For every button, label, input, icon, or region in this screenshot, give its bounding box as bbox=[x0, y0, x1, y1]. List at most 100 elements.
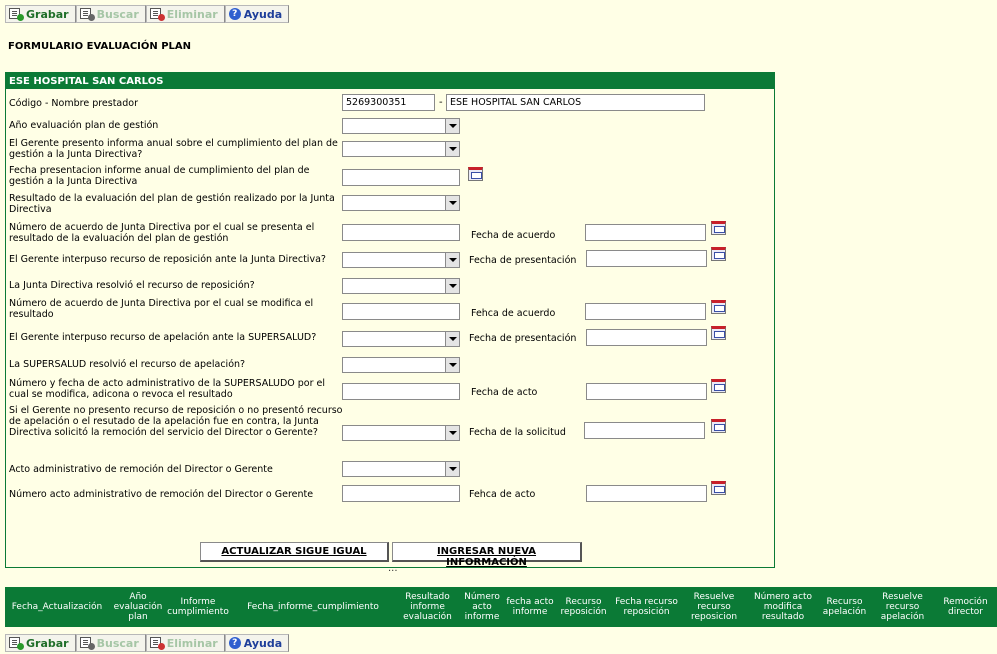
resolvio-apelacion-select[interactable] bbox=[342, 357, 460, 373]
buscar-button[interactable]: Buscar bbox=[75, 634, 146, 652]
chevron-down-icon bbox=[445, 142, 459, 156]
fehca-acto-input[interactable] bbox=[586, 485, 707, 502]
top-toolbar: Grabar Buscar Eliminar ? Ayuda bbox=[5, 5, 290, 23]
grid-col-resuelve-apelacion[interactable]: Resuelve recurso apelación bbox=[871, 587, 934, 627]
eliminar-button[interactable]: Eliminar bbox=[145, 5, 225, 23]
informe-label: El Gerente presento informa anual sobre … bbox=[9, 138, 338, 160]
remocion-solicitud-select[interactable] bbox=[342, 425, 460, 441]
fecha-acto-label: Fecha de acto bbox=[471, 387, 538, 398]
resolvio-reposicion-label: La Junta Directiva resolvió el recurso d… bbox=[9, 280, 255, 291]
ingresar-button[interactable]: INGRESAR NUEVA INFORMACIÓN bbox=[392, 542, 582, 568]
grid-col-remocion-director[interactable]: Remoción director bbox=[934, 587, 997, 627]
numero-acto-remocion-input[interactable] bbox=[342, 485, 460, 502]
fecha-acuerdo-label: Fecha de acuerdo bbox=[471, 230, 556, 241]
calendar-icon[interactable] bbox=[711, 221, 726, 235]
fecha-informe-label: Fecha presentacion informe anual de cump… bbox=[9, 165, 310, 187]
fehca-acuerdo-input[interactable] bbox=[585, 303, 706, 320]
grid-col-recurso-apelacion[interactable]: Recurso apelación bbox=[818, 587, 871, 627]
resultado-select[interactable] bbox=[342, 195, 460, 211]
ellipsis-text: ... bbox=[388, 563, 398, 574]
grid-col-numero-acto-modifica[interactable]: Número acto modifica resultado bbox=[748, 587, 818, 627]
apelacion-label: El Gerente interpuso recurso de apelació… bbox=[9, 332, 317, 343]
fecha-acto-input[interactable] bbox=[586, 383, 707, 400]
grid-col-anio-evaluacion[interactable]: Año evaluación plan bbox=[109, 587, 167, 627]
page-title: FORMULARIO EVALUACIÓN PLAN bbox=[8, 41, 192, 52]
calendar-icon[interactable] bbox=[711, 419, 726, 433]
chevron-down-icon bbox=[445, 426, 459, 440]
resolvio-reposicion-select[interactable] bbox=[342, 278, 460, 294]
ayuda-label: Ayuda bbox=[243, 7, 283, 21]
chevron-down-icon bbox=[445, 462, 459, 476]
grid-col-informe-cumplimiento[interactable]: Informe cumplimiento bbox=[167, 587, 229, 627]
eliminar-button[interactable]: Eliminar bbox=[145, 634, 225, 652]
chevron-down-icon bbox=[445, 358, 459, 372]
ayuda-button[interactable]: ? Ayuda bbox=[224, 634, 290, 652]
panel-title: ESE HOSPITAL SAN CARLOS bbox=[6, 73, 774, 89]
anio-label: Año evaluación plan de gestión bbox=[9, 120, 159, 131]
resolvio-apelacion-label: La SUPERSALUD resolvió el recurso de ape… bbox=[9, 359, 246, 370]
informe-select[interactable] bbox=[342, 141, 460, 157]
grid-col-resuelve-reposicion[interactable]: Resuelve recurso reposicion bbox=[680, 587, 748, 627]
fehca-acto-label: Fehca de acto bbox=[469, 489, 536, 500]
buscar-button[interactable]: Buscar bbox=[75, 5, 146, 23]
chevron-down-icon bbox=[445, 253, 459, 267]
fecha-presentacion-label: Fecha de presentación bbox=[469, 255, 577, 266]
numero-acto-remocion-label: Número acto administrativo de remoción d… bbox=[9, 489, 314, 500]
calendar-icon[interactable] bbox=[711, 379, 726, 393]
fecha-solicitud-label: Fecha de la solicitud bbox=[469, 427, 566, 438]
actualizar-button[interactable]: ACTUALIZAR SIGUE IGUAL bbox=[200, 542, 389, 562]
grid-col-recurso-reposicion[interactable]: Recurso reposición bbox=[554, 587, 613, 627]
remocion-solicitud-label: Si el Gerente no presento recurso de rep… bbox=[9, 405, 343, 438]
ayuda-button[interactable]: ? Ayuda bbox=[224, 5, 290, 23]
fecha-informe-input[interactable] bbox=[342, 169, 460, 186]
grid-col-fecha-informe[interactable]: Fecha_informe_cumplimiento bbox=[229, 587, 397, 627]
save-doc-icon bbox=[9, 637, 24, 650]
apelacion-select[interactable] bbox=[342, 331, 460, 347]
reposicion-label: El Gerente interpuso recurso de reposici… bbox=[9, 254, 326, 265]
prestador-name-input[interactable] bbox=[446, 94, 705, 111]
ayuda-label: Ayuda bbox=[243, 636, 283, 650]
fecha-presentacion2-input[interactable] bbox=[586, 329, 707, 346]
resultado-label: Resultado de la evaluación del plan de g… bbox=[9, 193, 335, 215]
calendar-icon[interactable] bbox=[468, 167, 483, 181]
acto-supersalud-label: Número y fecha de acto administrativo de… bbox=[9, 378, 326, 400]
acto-remocion-select[interactable] bbox=[342, 461, 460, 477]
save-doc-icon bbox=[9, 8, 24, 21]
anio-select[interactable] bbox=[342, 118, 460, 134]
bottom-toolbar: Grabar Buscar Eliminar ? Ayuda bbox=[5, 634, 290, 652]
numero-modifica-input[interactable] bbox=[342, 303, 460, 320]
delete-doc-icon bbox=[149, 8, 165, 21]
chevron-down-icon bbox=[445, 279, 459, 293]
buscar-label: Buscar bbox=[96, 636, 139, 650]
code-name-separator: - bbox=[439, 97, 443, 108]
grabar-label: Grabar bbox=[26, 7, 69, 21]
prestador-code-input[interactable] bbox=[342, 94, 435, 111]
search-doc-icon bbox=[79, 637, 95, 650]
fecha-solicitud-input[interactable] bbox=[584, 422, 705, 439]
grid-col-fecha-recurso-reposicion[interactable]: Fecha recurso reposición bbox=[613, 587, 680, 627]
fecha-acuerdo-input[interactable] bbox=[585, 224, 706, 241]
reposicion-select[interactable] bbox=[342, 252, 460, 268]
results-grid-header: Fecha_Actualización Año evaluación plan … bbox=[5, 587, 997, 627]
delete-doc-icon bbox=[149, 637, 165, 650]
grid-col-fecha-acto[interactable]: fecha acto informe bbox=[506, 587, 554, 627]
help-icon: ? bbox=[228, 637, 241, 649]
grid-col-numero-acto[interactable]: Número acto informe bbox=[458, 587, 506, 627]
grabar-button[interactable]: Grabar bbox=[5, 634, 76, 652]
fecha-presentacion-input[interactable] bbox=[586, 250, 707, 267]
numero-acuerdo-label: Número de acuerdo de Junta Directiva por… bbox=[9, 222, 315, 244]
grid-col-fecha-actualizacion[interactable]: Fecha_Actualización bbox=[5, 587, 109, 627]
fecha-presentacion2-label: Fecha de presentación bbox=[469, 333, 577, 344]
numero-acuerdo-input[interactable] bbox=[342, 224, 460, 241]
calendar-icon[interactable] bbox=[711, 247, 726, 261]
acto-supersalud-input[interactable] bbox=[342, 383, 460, 400]
eliminar-label: Eliminar bbox=[166, 7, 218, 21]
grabar-button[interactable]: Grabar bbox=[5, 5, 76, 23]
calendar-icon[interactable] bbox=[711, 326, 726, 340]
calendar-icon[interactable] bbox=[711, 300, 726, 314]
grid-col-resultado-informe[interactable]: Resultado informe evaluación bbox=[397, 587, 458, 627]
calendar-icon[interactable] bbox=[711, 481, 726, 495]
chevron-down-icon bbox=[445, 332, 459, 346]
search-doc-icon bbox=[79, 8, 95, 21]
chevron-down-icon bbox=[445, 196, 459, 210]
